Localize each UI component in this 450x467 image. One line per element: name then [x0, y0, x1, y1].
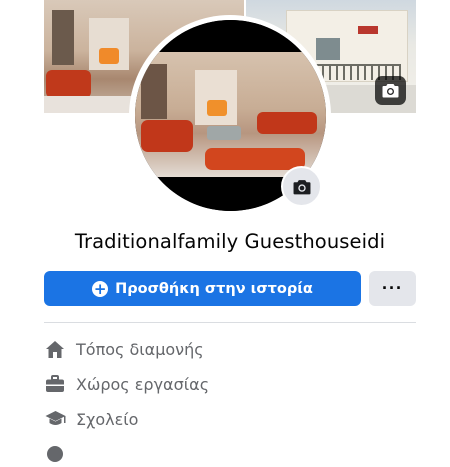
add-story-button[interactable]: + Προσθήκη στην ιστορία — [44, 271, 361, 306]
more-options-button[interactable]: ··· — [369, 271, 416, 306]
camera-icon — [382, 84, 399, 98]
camera-icon — [293, 179, 310, 194]
cover-camera-button[interactable] — [375, 76, 406, 105]
briefcase-icon — [44, 373, 66, 395]
profile-name: Traditionalfamily Guesthouseidi — [74, 230, 386, 253]
avatar-camera-button[interactable] — [281, 166, 322, 207]
add-story-label: Προσθήκη στην ιστορία — [115, 280, 313, 297]
info-item-workplace[interactable]: Χώρος εργασίας — [44, 371, 424, 397]
info-item-residence[interactable]: Τόπος διαμονής — [44, 336, 424, 362]
divider — [44, 322, 416, 323]
location-icon — [44, 443, 66, 465]
graduation-cap-icon — [44, 408, 66, 430]
info-item-label: Σχολείο — [76, 409, 139, 429]
info-item-school[interactable]: Σχολείο — [44, 406, 424, 432]
plus-circle-icon: + — [92, 279, 109, 298]
info-item-label: Τόπος διαμονής — [76, 339, 204, 359]
info-item-label: Χώρος εργασίας — [76, 374, 210, 394]
info-item-partial[interactable] — [44, 441, 424, 467]
home-icon — [44, 338, 66, 360]
